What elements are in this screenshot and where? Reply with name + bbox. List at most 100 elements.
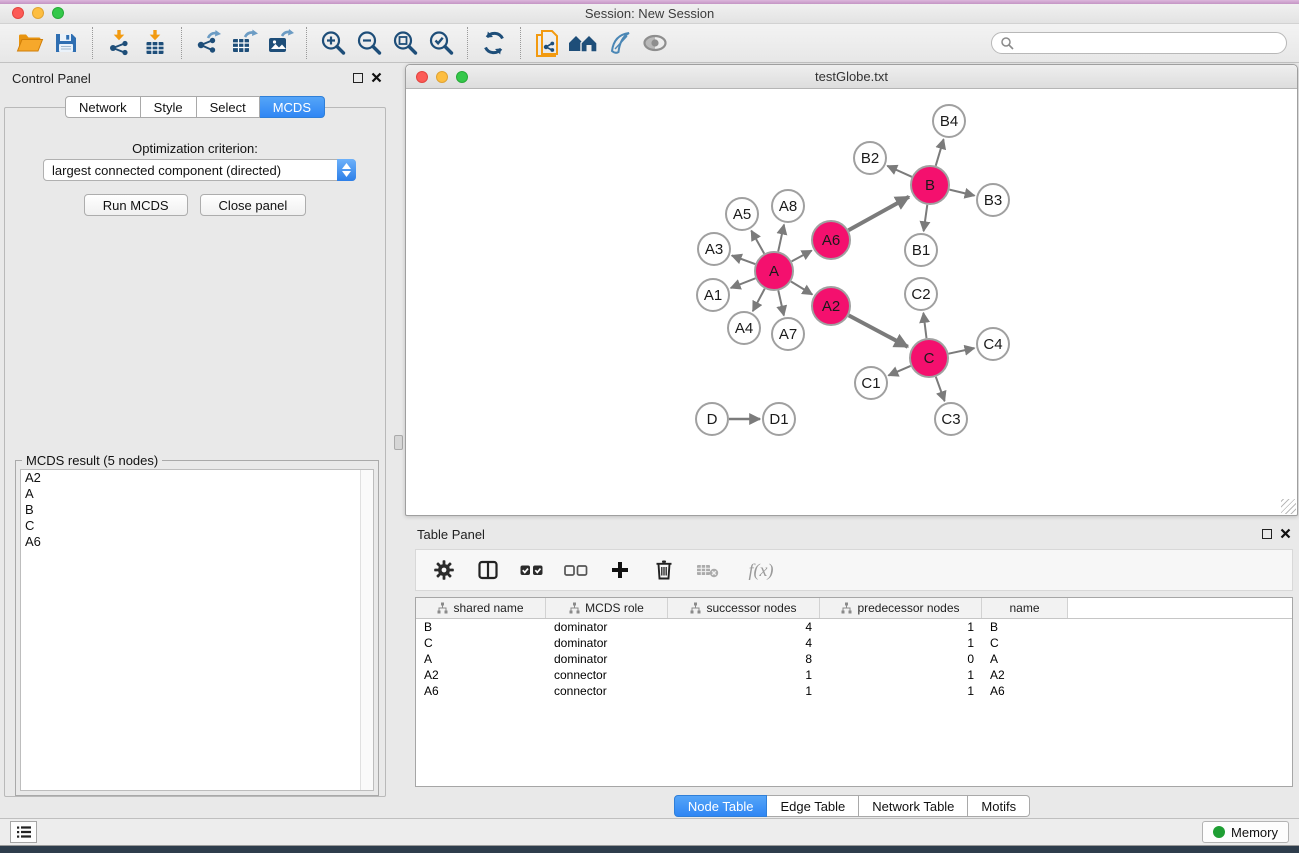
table-row-a[interactable]: Adominator80A (416, 651, 1292, 667)
zoom-in-icon[interactable] (315, 25, 351, 61)
edge-a-to-a4[interactable] (753, 289, 765, 312)
minimize-window-button[interactable] (32, 7, 44, 19)
graph-node-b[interactable]: B (911, 166, 949, 204)
float-table-panel-icon[interactable] (1262, 529, 1272, 539)
graph-node-c2[interactable]: C2 (905, 278, 937, 310)
show-graphics-details-icon[interactable] (601, 25, 637, 61)
graph-node-a7[interactable]: A7 (772, 318, 804, 350)
column-header-predecessor-nodes[interactable]: predecessor nodes (820, 598, 982, 618)
graph-node-a5[interactable]: A5 (726, 198, 758, 230)
tab-network[interactable]: Network (65, 96, 141, 118)
result-item-c[interactable]: C (21, 518, 373, 534)
cell-shared-name[interactable]: A6 (416, 684, 546, 698)
edge-c-to-c1[interactable] (888, 366, 910, 376)
open-session-icon[interactable] (12, 25, 48, 61)
tab-network-table[interactable]: Network Table (859, 795, 968, 817)
column-header-successor-nodes[interactable]: successor nodes (668, 598, 820, 618)
result-item-a6[interactable]: A6 (21, 534, 373, 550)
cell-successor-nodes[interactable]: 1 (668, 668, 820, 682)
column-header-mcds-role[interactable]: MCDS role (546, 598, 668, 618)
save-session-icon[interactable] (48, 25, 84, 61)
edge-a6-to-b[interactable] (849, 197, 910, 231)
export-image-icon[interactable] (262, 25, 298, 61)
tab-select[interactable]: Select (197, 96, 260, 118)
float-panel-icon[interactable] (353, 73, 363, 83)
split-divider-handle[interactable] (394, 435, 403, 450)
tab-motifs[interactable]: Motifs (968, 795, 1030, 817)
delete-table-icon[interactable] (694, 556, 722, 584)
network-minimize-button[interactable] (436, 71, 448, 83)
cell-mcds-role[interactable]: connector (546, 684, 668, 698)
graph-node-c[interactable]: C (910, 339, 948, 377)
deselect-all-columns-icon[interactable] (562, 556, 590, 584)
export-network-icon[interactable] (190, 25, 226, 61)
cell-name[interactable]: C (982, 636, 1068, 650)
search-input[interactable] (1014, 36, 1278, 50)
cell-predecessor-nodes[interactable]: 0 (820, 652, 982, 666)
cell-mcds-role[interactable]: dominator (546, 636, 668, 650)
network-canvas[interactable]: B4B2BB3A8A5A6A3B1AA1C2A2A4A7C4CC1C3DD1 (407, 90, 1296, 514)
delete-column-icon[interactable] (650, 556, 678, 584)
edge-a-to-a6[interactable] (792, 251, 812, 262)
graph-node-d[interactable]: D (696, 403, 728, 435)
cell-mcds-role[interactable]: dominator (546, 652, 668, 666)
show-columns-icon[interactable] (474, 556, 502, 584)
graph-node-a3[interactable]: A3 (698, 233, 730, 265)
zoom-fit-icon[interactable] (387, 25, 423, 61)
edge-a-to-a2[interactable] (791, 282, 812, 295)
export-table-icon[interactable] (226, 25, 262, 61)
edge-c-to-c4[interactable] (949, 348, 975, 354)
graph-node-b3[interactable]: B3 (977, 184, 1009, 216)
cell-shared-name[interactable]: B (416, 620, 546, 634)
edge-b-to-b2[interactable] (887, 166, 912, 177)
edge-a2-to-c[interactable] (849, 315, 908, 346)
graph-node-a1[interactable]: A1 (697, 279, 729, 311)
edge-b-to-b4[interactable] (936, 139, 944, 166)
import-table-icon[interactable] (137, 25, 173, 61)
graph-node-c4[interactable]: C4 (977, 328, 1009, 360)
graph-node-a2[interactable]: A2 (812, 287, 850, 325)
edge-c-to-c3[interactable] (936, 377, 945, 401)
cell-predecessor-nodes[interactable]: 1 (820, 620, 982, 634)
cell-shared-name[interactable]: A2 (416, 668, 546, 682)
graph-node-a8[interactable]: A8 (772, 190, 804, 222)
graph-node-b4[interactable]: B4 (933, 105, 965, 137)
import-network-icon[interactable] (101, 25, 137, 61)
graph-node-c1[interactable]: C1 (855, 367, 887, 399)
table-options-gear-icon[interactable] (430, 556, 458, 584)
edge-a-to-a1[interactable] (731, 278, 756, 288)
close-table-panel-icon[interactable] (1280, 528, 1291, 539)
table-row-a6[interactable]: A6connector11A6 (416, 683, 1292, 699)
memory-button[interactable]: Memory (1202, 821, 1289, 843)
table-row-b[interactable]: Bdominator41B (416, 619, 1292, 635)
table-row-c[interactable]: Cdominator41C (416, 635, 1292, 651)
window-resize-grip[interactable] (1281, 499, 1296, 514)
column-header-shared-name[interactable]: shared name (416, 598, 546, 618)
cell-shared-name[interactable]: A (416, 652, 546, 666)
tab-mcds[interactable]: MCDS (260, 96, 325, 118)
table-row-a2[interactable]: A2connector11A2 (416, 667, 1292, 683)
tab-edge-table[interactable]: Edge Table (767, 795, 859, 817)
cell-name[interactable]: B (982, 620, 1068, 634)
task-history-button[interactable] (10, 821, 37, 843)
network-from-selection-icon[interactable] (529, 25, 565, 61)
graph-node-a6[interactable]: A6 (812, 221, 850, 259)
edge-a-to-a5[interactable] (751, 231, 764, 254)
tab-style[interactable]: Style (141, 96, 197, 118)
hide-graphics-details-icon[interactable] (637, 25, 673, 61)
close-panel-icon[interactable] (371, 72, 382, 83)
network-close-button[interactable] (416, 71, 428, 83)
criterion-dropdown[interactable]: largest connected component (directed) (43, 159, 356, 181)
add-column-icon[interactable] (606, 556, 634, 584)
graph-node-a4[interactable]: A4 (728, 312, 760, 344)
edge-b-to-b3[interactable] (950, 190, 975, 196)
graph-node-b1[interactable]: B1 (905, 234, 937, 266)
edge-a-to-a8[interactable] (778, 225, 784, 252)
cell-shared-name[interactable]: C (416, 636, 546, 650)
search-field[interactable] (991, 32, 1287, 54)
cell-successor-nodes[interactable]: 4 (668, 620, 820, 634)
cell-predecessor-nodes[interactable]: 1 (820, 684, 982, 698)
cell-mcds-role[interactable]: connector (546, 668, 668, 682)
run-mcds-button[interactable]: Run MCDS (84, 194, 188, 216)
cell-name[interactable]: A (982, 652, 1068, 666)
